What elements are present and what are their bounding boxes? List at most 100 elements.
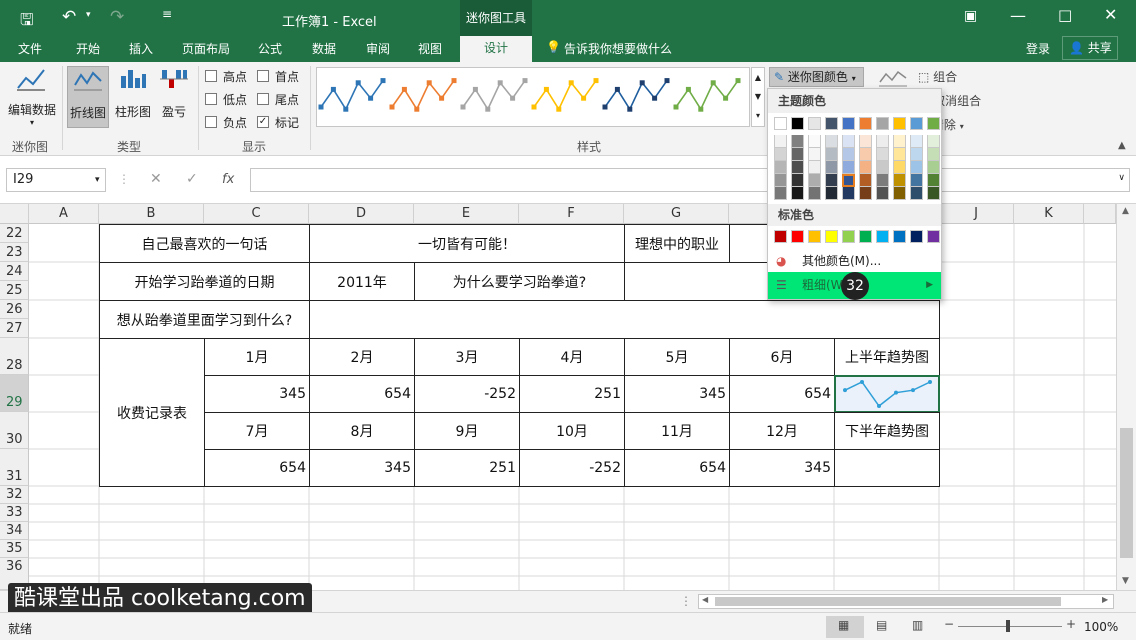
theme-color-swatch[interactable] bbox=[825, 117, 838, 130]
sparkline-color-button[interactable]: ✎ 迷你图颜色 ▾ bbox=[769, 67, 864, 87]
month-cell[interactable]: 5月 bbox=[624, 338, 730, 376]
theme-color-shade-swatch[interactable] bbox=[774, 187, 787, 200]
zoom-in-icon[interactable]: + bbox=[1066, 617, 1076, 631]
h1-sparkline-cell[interactable] bbox=[834, 375, 940, 413]
row-header-active[interactable]: 29 bbox=[0, 375, 29, 412]
scroll-thumb[interactable] bbox=[1120, 428, 1133, 558]
theme-color-shade-swatch[interactable] bbox=[808, 187, 821, 200]
theme-color-swatch[interactable] bbox=[859, 117, 872, 130]
select-all-corner[interactable] bbox=[0, 204, 29, 224]
zoom-level[interactable]: 100% bbox=[1084, 620, 1118, 634]
theme-color-shade-swatch[interactable] bbox=[791, 148, 804, 161]
theme-color-shade-swatch[interactable] bbox=[774, 174, 787, 187]
last-point-checkbox[interactable] bbox=[257, 93, 269, 105]
sparkline-type-column-button[interactable]: 柱形图 bbox=[112, 66, 154, 128]
month-cell[interactable]: 12月 bbox=[729, 412, 835, 450]
more-colors-item[interactable]: ◕ 其他颜色(M)... bbox=[768, 250, 941, 272]
style-preview-4[interactable] bbox=[602, 78, 670, 112]
theme-color-shade-swatch[interactable] bbox=[876, 148, 889, 161]
style-gallery[interactable] bbox=[316, 67, 750, 127]
normal-view-button[interactable]: ▦ bbox=[826, 616, 864, 638]
group-button[interactable]: ⬚ 组合 bbox=[918, 68, 957, 85]
theme-color-shade-swatch[interactable] bbox=[825, 148, 838, 161]
tab-home[interactable]: 开始 bbox=[76, 40, 100, 57]
theme-color-swatch[interactable] bbox=[910, 117, 923, 130]
column-header[interactable]: J bbox=[939, 204, 1014, 224]
vertical-scrollbar[interactable]: ▲ ▼ bbox=[1116, 204, 1136, 590]
theme-color-swatch[interactable] bbox=[774, 117, 787, 130]
horizontal-scrollbar[interactable]: ◀ ▶ bbox=[698, 594, 1114, 609]
learn-value[interactable] bbox=[309, 300, 940, 339]
style-preview-5[interactable] bbox=[673, 78, 741, 112]
month-cell[interactable]: 8月 bbox=[309, 412, 415, 450]
row-header[interactable]: 27 bbox=[0, 319, 29, 338]
theme-color-shade-swatch[interactable] bbox=[859, 148, 872, 161]
fav-quote-label[interactable]: 自己最喜欢的一句话 bbox=[99, 224, 310, 263]
standard-color-swatch[interactable] bbox=[791, 230, 804, 243]
theme-color-shade-swatch[interactable] bbox=[842, 187, 855, 200]
month-cell[interactable]: 4月 bbox=[519, 338, 625, 376]
row-header[interactable]: 22 bbox=[0, 224, 29, 243]
theme-color-shade-swatch[interactable] bbox=[876, 174, 889, 187]
theme-color-shade-swatch[interactable] bbox=[893, 135, 906, 148]
theme-color-shade-swatch[interactable] bbox=[859, 135, 872, 148]
fee-cell[interactable]: 345 bbox=[624, 375, 730, 413]
row-header[interactable]: 24 bbox=[0, 262, 29, 281]
theme-color-shade-swatch[interactable] bbox=[842, 161, 855, 174]
theme-color-shade-swatch[interactable] bbox=[876, 187, 889, 200]
theme-color-shade-swatch[interactable] bbox=[876, 135, 889, 148]
tab-file[interactable]: 文件 bbox=[18, 40, 42, 57]
fee-cell[interactable]: 251 bbox=[519, 375, 625, 413]
theme-color-shade-swatch[interactable] bbox=[774, 148, 787, 161]
theme-color-shade-swatch[interactable] bbox=[859, 187, 872, 200]
fee-cell[interactable]: 654 bbox=[624, 449, 730, 487]
column-header[interactable]: D bbox=[309, 204, 414, 224]
theme-color-shade-swatch[interactable] bbox=[825, 161, 838, 174]
save-icon[interactable]: 🖫 bbox=[20, 9, 34, 36]
learn-label[interactable]: 想从跆拳道里面学习到什么? bbox=[99, 300, 310, 339]
theme-color-shade-swatch[interactable] bbox=[859, 174, 872, 187]
theme-color-shade-swatch[interactable] bbox=[842, 135, 855, 148]
scroll-up-icon[interactable]: ▲ bbox=[1122, 206, 1129, 216]
collapse-ribbon-icon[interactable]: ▲ bbox=[1118, 140, 1126, 151]
theme-color-shade-swatch[interactable] bbox=[910, 135, 923, 148]
fee-record-label[interactable]: 收费记录表 bbox=[99, 338, 205, 487]
zoom-out-icon[interactable]: − bbox=[944, 617, 954, 631]
row-header[interactable]: 33 bbox=[0, 504, 29, 522]
start-date-label[interactable]: 开始学习跆拳道的日期 bbox=[99, 262, 310, 301]
sign-in-link[interactable]: 登录 bbox=[1026, 40, 1050, 57]
theme-color-shade-swatch[interactable] bbox=[791, 135, 804, 148]
row-header[interactable]: 23 bbox=[0, 243, 29, 262]
standard-color-swatch[interactable] bbox=[927, 230, 940, 243]
tab-formulas[interactable]: 公式 bbox=[258, 40, 282, 57]
fee-cell[interactable]: 654 bbox=[204, 449, 310, 487]
theme-color-shade-swatch[interactable] bbox=[791, 187, 804, 200]
month-cell[interactable]: 1月 bbox=[204, 338, 310, 376]
standard-color-swatch[interactable] bbox=[774, 230, 787, 243]
tab-page-layout[interactable]: 页面布局 bbox=[182, 40, 230, 57]
style-preview-2[interactable] bbox=[460, 78, 528, 112]
page-layout-view-icon[interactable]: ▤ bbox=[876, 618, 887, 632]
negative-point-checkbox[interactable] bbox=[205, 116, 217, 128]
start-date-value[interactable]: 2011年 bbox=[309, 262, 415, 301]
tell-me-search[interactable]: 告诉我你想要做什么 bbox=[564, 40, 672, 57]
zoom-slider-thumb[interactable] bbox=[1006, 620, 1010, 632]
theme-color-shade-swatch[interactable] bbox=[808, 161, 821, 174]
insert-function-icon[interactable]: fx bbox=[222, 172, 234, 187]
row-header[interactable]: 34 bbox=[0, 522, 29, 540]
fee-cell[interactable]: 345 bbox=[309, 449, 415, 487]
minimize-icon[interactable]: — bbox=[1010, 6, 1026, 25]
column-header[interactable]: G bbox=[624, 204, 729, 224]
enter-icon[interactable]: ✓ bbox=[186, 171, 198, 187]
fee-cell[interactable]: 251 bbox=[414, 449, 520, 487]
row-header[interactable]: 31 bbox=[0, 449, 29, 486]
edit-data-button[interactable]: 编辑数据 ▾ bbox=[6, 66, 58, 132]
markers-checkbox[interactable]: ✓ bbox=[257, 116, 269, 128]
month-cell[interactable]: 2月 bbox=[309, 338, 415, 376]
fee-cell[interactable]: 654 bbox=[729, 375, 835, 413]
theme-color-shade-swatch[interactable] bbox=[893, 161, 906, 174]
standard-color-swatch[interactable] bbox=[910, 230, 923, 243]
theme-color-swatch[interactable] bbox=[842, 117, 855, 130]
theme-color-shade-swatch[interactable] bbox=[791, 161, 804, 174]
share-button[interactable]: 👤 共享 bbox=[1062, 36, 1118, 60]
